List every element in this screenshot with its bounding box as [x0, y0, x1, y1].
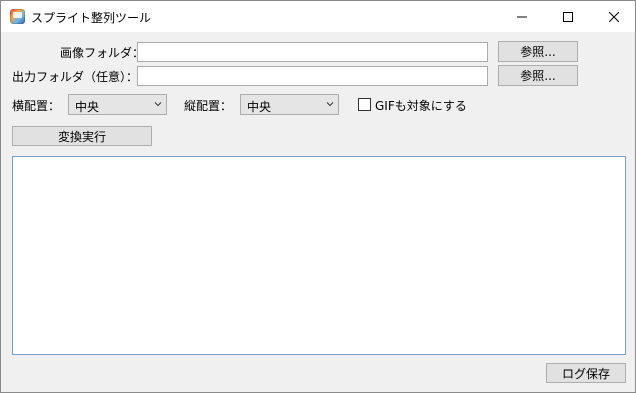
v-align-label: 縦配置：	[184, 99, 233, 113]
chevron-down-icon	[154, 102, 162, 107]
maximize-icon	[563, 11, 573, 22]
browse-image-folder-button[interactable]: 参照...	[498, 41, 578, 62]
v-align-select[interactable]: 中央	[240, 94, 339, 115]
window-title: スプライト整列ツール	[31, 11, 152, 25]
chevron-down-icon	[326, 102, 334, 107]
output-folder-input[interactable]	[137, 66, 488, 86]
browse-output-folder-button[interactable]: 参照...	[498, 65, 578, 86]
convert-run-button[interactable]: 変換実行	[12, 126, 152, 146]
h-align-select[interactable]: 中央	[68, 94, 167, 115]
gif-checkbox[interactable]	[358, 98, 371, 111]
image-folder-label: 画像フォルダ：	[60, 46, 145, 60]
log-textarea[interactable]	[12, 156, 626, 355]
gif-checkbox-label[interactable]: GIFも対象にする	[375, 97, 467, 114]
minimize-icon	[517, 16, 527, 17]
output-folder-label: 出力フォルダ（任意）：	[12, 70, 139, 84]
app-icon	[10, 9, 25, 24]
h-align-label: 横配置：	[12, 99, 61, 113]
save-log-button[interactable]: ログ保存	[546, 363, 626, 383]
v-align-value: 中央	[247, 100, 272, 114]
close-button[interactable]	[591, 1, 636, 32]
maximize-button[interactable]	[545, 1, 591, 32]
app-window: スプライト整列ツール 画像フォルダ： 参照... 出力フォルダ（任意）： 参照.…	[0, 0, 636, 393]
minimize-button[interactable]	[499, 1, 545, 32]
image-folder-input[interactable]	[137, 42, 488, 62]
title-bar[interactable]: スプライト整列ツール	[1, 1, 635, 32]
h-align-value: 中央	[75, 100, 100, 114]
close-icon	[609, 11, 619, 22]
